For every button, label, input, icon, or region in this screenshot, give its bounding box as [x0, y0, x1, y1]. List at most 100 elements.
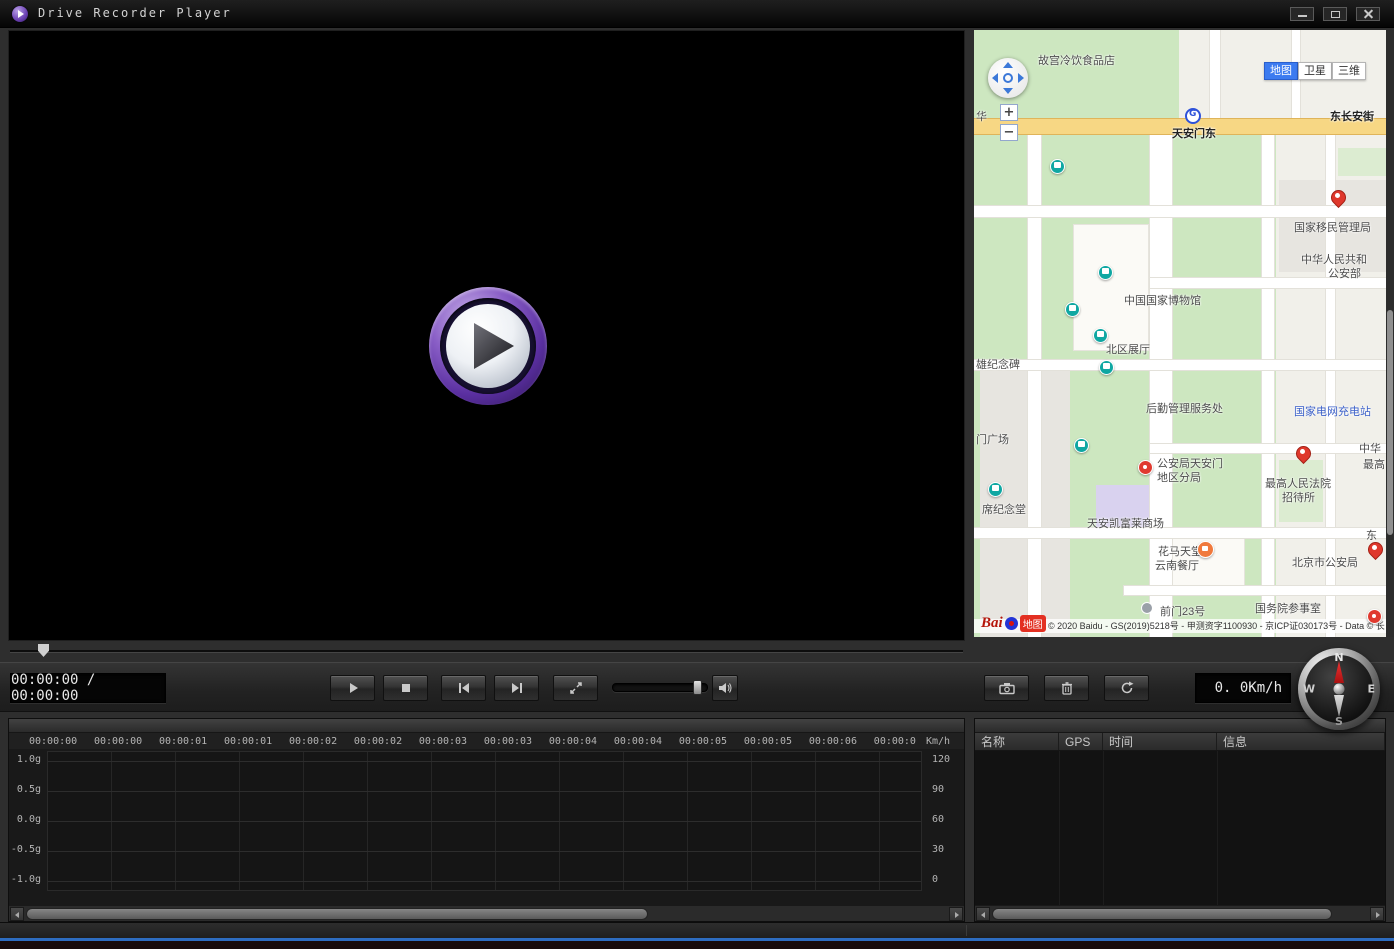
map-label: 故宫冷饮食品店: [1038, 55, 1115, 67]
time-display: 00:00:00 / 00:00:00: [10, 672, 166, 704]
map-label: 国务院参事室: [1255, 603, 1321, 615]
chart-y-label-left: 1.0g: [16, 754, 41, 765]
pan-down-arrow-icon: [1003, 88, 1013, 94]
volume-slider[interactable]: [612, 680, 708, 695]
map-label: 天安凯富莱商场: [1087, 518, 1164, 530]
chart-plot-area: [47, 751, 922, 891]
scroll-right-button[interactable]: [1370, 907, 1384, 921]
chart-y-right: 120 90 60 30 0: [924, 751, 964, 891]
chart-horizontal-scrollbar[interactable]: [9, 905, 964, 921]
minimize-icon: [1298, 15, 1307, 17]
map-label: 雄纪念碑: [976, 359, 1020, 371]
minimize-button[interactable]: [1290, 7, 1314, 21]
chart-y-label-right: 60: [932, 814, 945, 825]
chart-x-label: 00:00:02: [288, 735, 338, 747]
map-label: 国家电网充电站: [1294, 406, 1371, 418]
snapshot-button[interactable]: [984, 675, 1029, 701]
chart-x-label: 00:00:03: [418, 735, 468, 747]
fullscreen-icon: [569, 682, 582, 694]
window-title: Drive Recorder Player: [38, 6, 232, 20]
map-pan-control[interactable]: [988, 58, 1028, 98]
panel-splitter[interactable]: [9, 719, 964, 733]
chart-y-left: 1.0g 0.5g 0.0g -0.5g -1.0g: [9, 751, 45, 891]
chart-x-label: 00:00:04: [548, 735, 598, 747]
table-header-3[interactable]: 信息: [1217, 733, 1385, 750]
map-canvas[interactable]: + − 地图 卫星 三维 © 2020 Baidu - GS(2019)5218…: [974, 30, 1386, 637]
previous-button[interactable]: [441, 675, 486, 701]
table-header-1[interactable]: GPS: [1059, 733, 1103, 750]
seek-thumb[interactable]: [38, 644, 49, 657]
map-label: 国家移民管理局: [1294, 222, 1371, 234]
map-label: 华: [976, 111, 987, 123]
table-scrollbar-thumb[interactable]: [992, 908, 1332, 920]
map-mode-satellite-button[interactable]: 卫星: [1298, 62, 1332, 80]
speed-display: 0. 0Km/h: [1195, 673, 1291, 703]
scroll-left-button[interactable]: [10, 907, 24, 921]
table-header-2[interactable]: 时间: [1103, 733, 1217, 750]
chart-unit-label: Km/h: [926, 735, 951, 747]
chart-y-label-left: 0.0g: [16, 814, 41, 825]
pan-left-arrow-icon: [992, 73, 998, 83]
seek-track[interactable]: [10, 650, 963, 653]
app-logo-icon: [12, 6, 28, 22]
scroll-left-button[interactable]: [976, 907, 990, 921]
compass-dial: N E S W: [1298, 648, 1380, 730]
chart-x-label: 00:00:00: [29, 735, 78, 747]
chart-x-label: 00:00:05: [743, 735, 792, 747]
volume-thumb[interactable]: [693, 680, 702, 695]
map-label: 云南餐厅: [1155, 560, 1199, 572]
compass-east-label: E: [1367, 682, 1375, 696]
map-label: 天安门东: [1172, 128, 1216, 140]
map-vertical-scrollbar[interactable]: [1386, 30, 1394, 637]
table-header-0[interactable]: 名称: [975, 733, 1059, 750]
scroll-right-button[interactable]: [949, 907, 963, 921]
chart-y-label-left: 0.5g: [16, 784, 41, 795]
stop-icon: [401, 684, 410, 692]
control-bar: 00:00:00 / 00:00:00 0. 0Km/h: [0, 662, 1394, 712]
table-horizontal-scrollbar[interactable]: [975, 905, 1385, 921]
next-button[interactable]: [494, 675, 539, 701]
gsensor-chart-panel: 00:00:00 00:00:00 00:00:01 00:00:01 00:00:02…: [8, 718, 965, 922]
zoom-out-button[interactable]: −: [1000, 124, 1018, 141]
chart-body: 1.0g 0.5g 0.0g -0.5g -1.0g 120 90 60 30 0: [9, 749, 964, 905]
maximize-button[interactable]: [1323, 7, 1347, 21]
chart-x-label: 00:00:00: [93, 735, 143, 747]
refresh-button[interactable]: [1104, 675, 1149, 701]
delete-button[interactable]: [1044, 675, 1089, 701]
trash-icon: [1061, 682, 1072, 695]
table-body[interactable]: [975, 751, 1385, 905]
pan-up-arrow-icon: [1003, 62, 1013, 68]
chart-y-label-right: 90: [932, 784, 945, 795]
baidu-paw-icon: [1004, 616, 1018, 630]
map-mode-map-button[interactable]: 地图: [1264, 62, 1298, 80]
map-scrollbar-thumb[interactable]: [1387, 310, 1393, 535]
chart-y-label-right: 0: [932, 874, 939, 885]
refresh-icon: [1121, 681, 1133, 694]
chart-x-label: 00:00:03: [483, 735, 533, 747]
map-label: 招待所: [1282, 492, 1315, 504]
chart-x-label: 00:00:04: [613, 735, 663, 747]
speaker-icon: [719, 683, 732, 693]
baidu-logo[interactable]: Bai 地图: [981, 614, 1046, 632]
maximize-icon: [1331, 11, 1340, 18]
fullscreen-button[interactable]: [553, 675, 598, 701]
video-play-overlay-button[interactable]: [429, 287, 547, 405]
chart-y-label-right: 120: [932, 754, 951, 765]
map-mode-3d-button[interactable]: 三维: [1332, 62, 1366, 80]
chart-x-label: 00:00:01: [223, 735, 273, 747]
chart-scrollbar-thumb[interactable]: [26, 908, 648, 920]
map-square-area: [980, 362, 1070, 637]
desktop-strip: [0, 941, 1394, 949]
chart-y-label-right: 30: [932, 844, 945, 855]
map-label: 前门23号: [1160, 606, 1206, 618]
next-track-icon: [511, 683, 522, 693]
map-label: 东长安街: [1330, 111, 1374, 123]
chart-x-label: 00:00:02: [353, 735, 403, 747]
video-display[interactable]: [8, 30, 965, 641]
stop-button[interactable]: [383, 675, 428, 701]
zoom-in-button[interactable]: +: [1000, 104, 1018, 121]
status-bar: [0, 922, 1394, 938]
mute-button[interactable]: [712, 675, 738, 701]
close-button[interactable]: [1356, 7, 1380, 21]
play-button[interactable]: [330, 675, 375, 701]
